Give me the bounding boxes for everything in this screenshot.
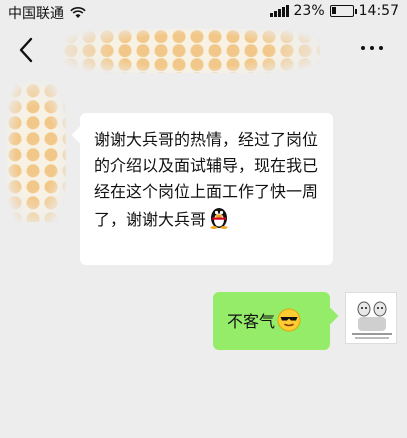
signal-icon	[269, 5, 289, 17]
outgoing-message-text: 不客气	[227, 312, 276, 331]
contact-avatar[interactable]	[6, 82, 66, 222]
wifi-icon	[70, 7, 86, 18]
chevron-left-icon	[19, 37, 33, 63]
status-bar: 中国联通 23% 14:57	[0, 0, 407, 24]
chat-title-sticker-image	[62, 29, 320, 73]
avatar-image	[346, 293, 396, 343]
incoming-message-text: 谢谢大兵哥的热情，经过了岗位的介绍以及面试辅导，现在我已经在这个岗位上面工作了快…	[94, 130, 319, 229]
more-dots-icon	[361, 46, 365, 50]
battery-percent: 23%	[293, 3, 325, 19]
battery-fill	[331, 7, 336, 14]
outgoing-message-bubble[interactable]: 不客气	[213, 292, 330, 350]
battery-icon	[329, 5, 357, 17]
incoming-message-bubble[interactable]: 谢谢大兵哥的热情，经过了岗位的介绍以及面试辅导，现在我已经在这个岗位上面工作了快…	[80, 113, 333, 265]
sunglasses-emoji-icon	[277, 308, 301, 332]
chat-header	[0, 24, 407, 78]
my-avatar[interactable]	[345, 292, 397, 344]
qq-penguin-icon	[210, 208, 228, 229]
carrier-label: 中国联通	[8, 6, 64, 22]
more-button[interactable]	[361, 46, 383, 50]
back-button[interactable]	[12, 34, 40, 66]
clock: 14:57	[358, 3, 399, 19]
